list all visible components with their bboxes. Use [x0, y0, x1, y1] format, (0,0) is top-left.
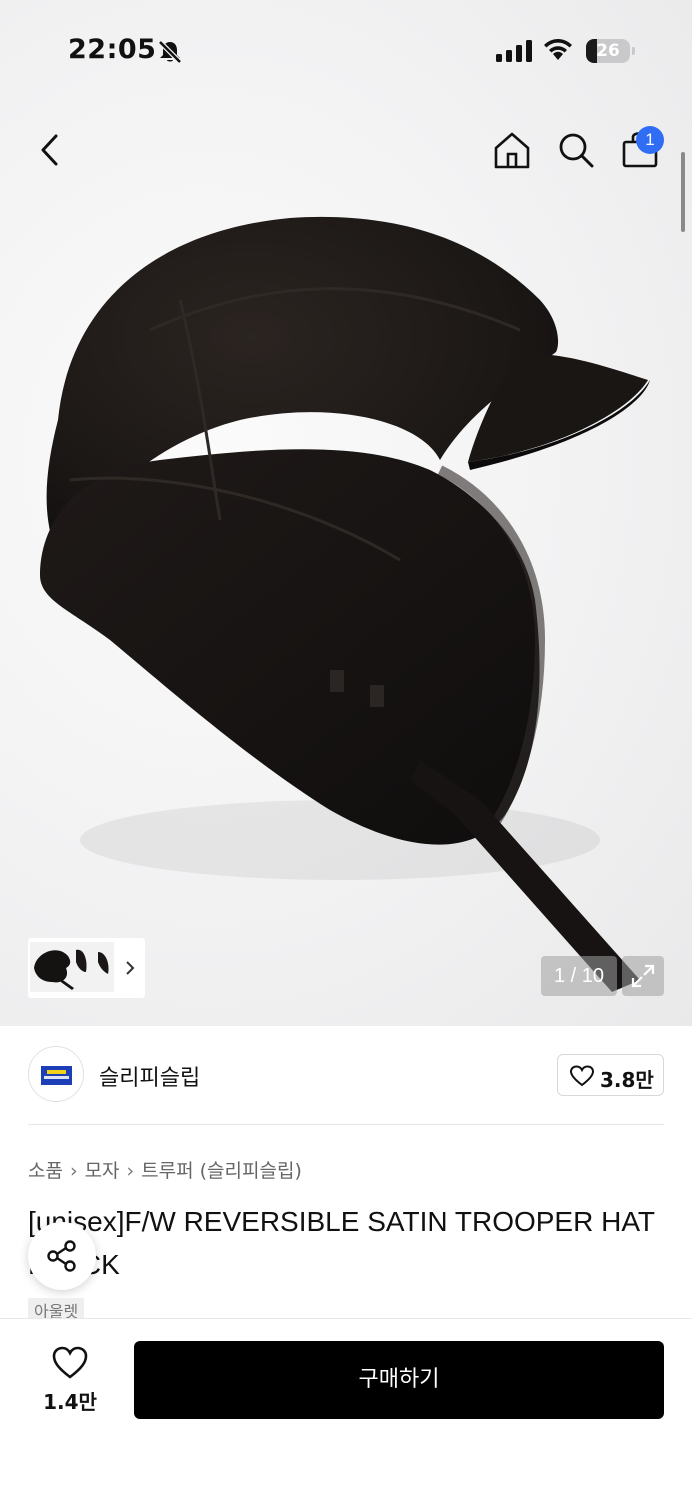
bell-slash-icon	[158, 40, 182, 64]
wishlist-button[interactable]: 1.4만	[30, 1340, 110, 1420]
breadcrumb-item-category[interactable]: 소품	[28, 1160, 63, 1182]
divider	[28, 1124, 664, 1125]
product-title: [unisex]F/W REVERSIBLE SATIN TROOPER HAT…	[28, 1206, 655, 1280]
product-image-gallery[interactable]: 22:05 26 1 1 / 10	[0, 0, 692, 1026]
search-icon[interactable]	[556, 130, 596, 170]
brand-logo-mark	[41, 1066, 72, 1085]
share-button[interactable]	[28, 1222, 96, 1290]
cart-count-badge: 1	[636, 126, 664, 154]
chevron-right-icon: ›	[126, 1160, 135, 1182]
thumbnail-strip[interactable]	[28, 938, 145, 998]
status-bar: 22:05 26	[0, 0, 692, 100]
chevron-right-icon: ›	[69, 1160, 78, 1182]
scrollbar[interactable]	[681, 152, 685, 232]
expand-button[interactable]	[622, 956, 664, 996]
battery-percent: 26	[596, 41, 620, 61]
breadcrumb-item-line[interactable]: 트루퍼 (슬리피슬립)	[141, 1160, 302, 1182]
wifi-icon	[544, 39, 572, 60]
chevron-right-icon[interactable]	[124, 960, 136, 976]
heart-outline-icon	[570, 1065, 594, 1087]
wishlist-count: 1.4만	[43, 1390, 97, 1414]
battery-tip	[632, 47, 635, 55]
heart-outline-icon	[52, 1346, 88, 1379]
image-counter: 1 / 10	[541, 956, 617, 996]
battery-icon: 26	[586, 39, 630, 63]
home-icon[interactable]	[492, 130, 532, 170]
back-chevron-icon[interactable]	[32, 130, 68, 170]
thumbnail-images	[30, 942, 114, 992]
breadcrumb: 소품 › 모자 › 트루퍼 (슬리피슬립)	[28, 1156, 302, 1183]
brand-logo[interactable]	[28, 1046, 84, 1102]
breadcrumb-item-subcategory[interactable]: 모자	[85, 1160, 120, 1182]
status-time: 22:05	[68, 34, 157, 65]
buy-button[interactable]: 구매하기	[134, 1341, 664, 1419]
expand-icon	[631, 964, 655, 988]
brand-like-count: 3.8만	[600, 1068, 654, 1092]
brand-name[interactable]: 슬리피슬립	[99, 1060, 200, 1092]
share-icon	[47, 1240, 76, 1272]
brand-like-button[interactable]: 3.8만	[557, 1054, 664, 1096]
cellular-signal-icon	[496, 40, 532, 62]
